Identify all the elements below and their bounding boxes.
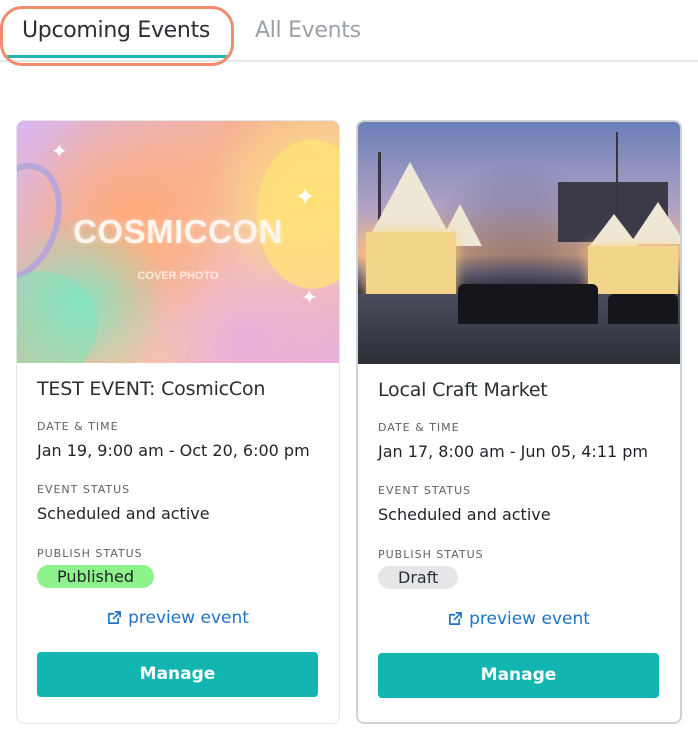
event-cover-image: ✦ ✦ ✦ COSMICCON COVER PHOTO: [17, 121, 339, 363]
market-stall: [366, 232, 456, 302]
date-time-value: Jan 19, 9:00 am - Oct 20, 6:00 pm: [37, 441, 310, 460]
event-title: TEST EVENT: CosmicCon: [37, 378, 266, 400]
manage-button[interactable]: Manage: [37, 652, 318, 697]
decorative-blob: [17, 271, 97, 363]
publish-status-label: PUBLISH STATUS: [378, 548, 484, 561]
external-link-icon: [107, 610, 122, 630]
preview-event-link[interactable]: preview event: [358, 609, 680, 631]
crowd-silhouette: [458, 284, 598, 324]
publish-status-badge: Published: [37, 565, 155, 588]
event-status-label: EVENT STATUS: [37, 483, 131, 496]
preview-event-link[interactable]: preview event: [17, 608, 339, 630]
event-card: ✦ ✦ ✦ COSMICCON COVER PHOTO TEST EVENT: …: [16, 120, 340, 724]
event-status-value: Scheduled and active: [37, 504, 210, 523]
market-tent: [372, 162, 448, 232]
date-time-label: DATE & TIME: [37, 420, 119, 433]
cover-title: COSMICCON: [73, 213, 283, 250]
publish-status-label: PUBLISH STATUS: [37, 547, 143, 560]
event-status-value: Scheduled and active: [378, 505, 551, 524]
event-card: Local Craft Market DATE & TIME Jan 17, 8…: [356, 120, 682, 724]
active-tab-indicator: [4, 55, 230, 58]
manage-button[interactable]: Manage: [378, 653, 659, 698]
market-stall: [588, 246, 678, 296]
sparkle-icon: ✦: [301, 285, 318, 309]
preview-event-label: preview event: [128, 608, 249, 628]
cover-subtitle: COVER PHOTO: [137, 270, 219, 282]
event-tabs: Upcoming Events All Events: [0, 0, 698, 62]
sparkle-icon: ✦: [51, 139, 68, 163]
event-cover-image: [358, 122, 680, 364]
tab-upcoming-events[interactable]: Upcoming Events: [22, 18, 210, 43]
tab-all-events[interactable]: All Events: [255, 18, 361, 43]
event-status-label: EVENT STATUS: [378, 484, 472, 497]
date-time-label: DATE & TIME: [378, 421, 460, 434]
external-link-icon: [448, 611, 463, 631]
crowd-silhouette: [608, 294, 678, 324]
event-title: Local Craft Market: [378, 379, 548, 401]
preview-event-label: preview event: [469, 609, 590, 629]
sparkle-icon: ✦: [295, 183, 316, 211]
date-time-value: Jan 17, 8:00 am - Jun 05, 4:11 pm: [378, 442, 649, 461]
publish-status-badge: Draft: [378, 566, 459, 589]
market-tent: [630, 202, 680, 244]
